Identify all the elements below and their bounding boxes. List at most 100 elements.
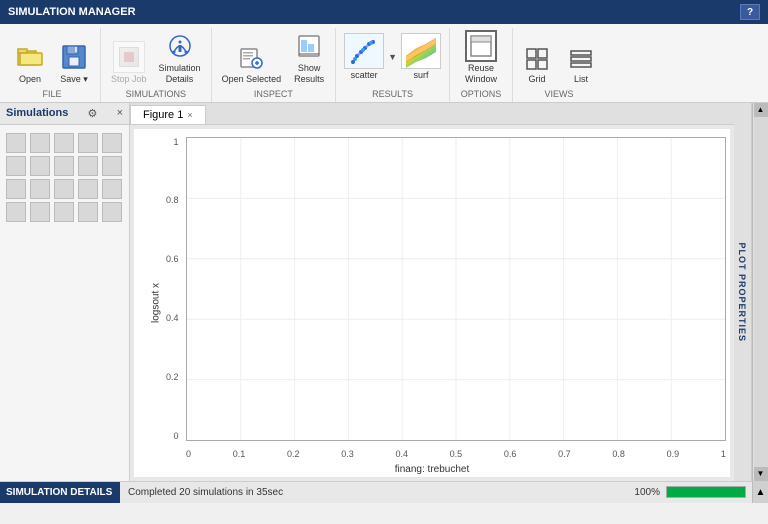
open-selected-button[interactable]: Open Selected	[218, 39, 286, 87]
scatter-button[interactable]: scatter	[342, 31, 386, 83]
plot-properties-label: PLOT PROPERTIES	[738, 242, 748, 342]
list-view-icon	[567, 45, 595, 73]
progress-bar	[666, 486, 746, 498]
ribbon-group-options: Reuse Window OPTIONS	[450, 28, 513, 102]
simulation-details-label: Simulation Details	[159, 63, 201, 85]
status-left-label: SIMULATION DETAILS	[0, 482, 120, 503]
x-tick-6: 0.6	[504, 449, 517, 459]
sim-cell-11[interactable]	[6, 179, 26, 199]
sidebar-close-icon[interactable]: ×	[117, 107, 123, 119]
figure-tab-label: Figure 1	[143, 109, 183, 121]
open-label: Open	[19, 74, 41, 85]
sim-cell-4[interactable]	[78, 133, 98, 153]
sim-cell-12[interactable]	[30, 179, 50, 199]
scroll-up-btn[interactable]: ▲	[754, 103, 768, 117]
status-bar: SIMULATION DETAILS Completed 20 simulati…	[0, 481, 768, 503]
reuse-window-label: Reuse Window	[465, 63, 497, 85]
scroll-down-btn[interactable]: ▼	[754, 467, 768, 481]
ribbon-toolbar: Open Save ▾ FILE	[0, 24, 768, 102]
sim-cell-8[interactable]	[54, 156, 74, 176]
reuse-window-icon	[465, 30, 497, 62]
simulation-details-button[interactable]: Simulation Details	[155, 28, 205, 87]
sim-cell-15[interactable]	[102, 179, 122, 199]
x-tick-0: 0	[186, 449, 191, 459]
stop-job-button[interactable]: Stop Job	[107, 39, 151, 87]
x-tick-1: 0.1	[233, 449, 246, 459]
reuse-window-button[interactable]: Reuse Window	[456, 28, 506, 87]
y-tick-3: 0.6	[166, 254, 179, 264]
sim-cell-10[interactable]	[102, 156, 122, 176]
grid-label: Grid	[529, 74, 546, 85]
sim-cell-17[interactable]	[30, 202, 50, 222]
x-tick-4: 0.4	[395, 449, 408, 459]
save-icon	[58, 41, 90, 73]
plot-properties-panel[interactable]: PLOT PROPERTIES	[734, 103, 752, 481]
list-view-button[interactable]: List	[563, 43, 599, 87]
sim-cell-14[interactable]	[78, 179, 98, 199]
open-icon	[14, 41, 46, 73]
help-button[interactable]: ?	[740, 4, 760, 20]
sim-cell-6[interactable]	[6, 156, 26, 176]
open-selected-label: Open Selected	[222, 74, 282, 85]
y-tick-1: 1	[174, 137, 179, 147]
app-title: SIMULATION MANAGER	[8, 6, 136, 18]
options-group-label: OPTIONS	[456, 87, 506, 102]
sidebar-title: Simulations	[6, 107, 68, 119]
status-scroll-btn[interactable]: ▲	[752, 481, 768, 503]
x-tick-5: 0.5	[450, 449, 463, 459]
scroll-track	[754, 117, 768, 467]
sim-cell-13[interactable]	[54, 179, 74, 199]
ribbon-group-simulations: Stop Job Simulation Details	[101, 28, 212, 102]
scatter-label: scatter	[351, 70, 378, 81]
plot-box	[186, 137, 726, 441]
file-group-label: FILE	[10, 87, 94, 102]
open-button[interactable]: Open	[10, 39, 50, 87]
sim-cell-16[interactable]	[6, 202, 26, 222]
list-label: List	[574, 74, 588, 85]
y-ticks: 1 0.8 0.6 0.4 0.2 0	[166, 137, 179, 441]
sim-cell-7[interactable]	[30, 156, 50, 176]
scatter-icon	[344, 33, 384, 69]
y-tick-6: 0	[174, 431, 179, 441]
y-tick-2: 0.8	[166, 195, 179, 205]
sim-cell-18[interactable]	[54, 202, 74, 222]
simulation-details-icon	[164, 30, 196, 62]
status-percent: 100%	[628, 487, 666, 498]
sim-cell-5[interactable]	[102, 133, 122, 153]
status-message: Completed 20 simulations in 35sec	[120, 487, 628, 498]
sim-cell-3[interactable]	[54, 133, 74, 153]
vertical-scrollbar[interactable]: ▲ ▼	[752, 103, 768, 481]
surf-icon	[401, 33, 441, 69]
surf-button[interactable]: surf	[399, 31, 443, 83]
views-group-label: VIEWS	[519, 87, 599, 102]
figure-tabs: Figure 1 ×	[130, 103, 734, 125]
sidebar: Simulations ⚙ ×	[0, 103, 130, 481]
inspect-group-label: INSPECT	[218, 87, 330, 102]
x-tick-9: 0.9	[667, 449, 680, 459]
save-button[interactable]: Save ▾	[54, 39, 94, 87]
sim-cell-2[interactable]	[30, 133, 50, 153]
title-bar: SIMULATION MANAGER ?	[0, 0, 768, 24]
grid-view-button[interactable]: Grid	[519, 43, 555, 87]
y-tick-5: 0.2	[166, 372, 179, 382]
sidebar-settings-icon[interactable]: ⚙	[88, 107, 98, 120]
show-results-icon	[293, 30, 325, 62]
show-results-button[interactable]: Show Results	[289, 28, 329, 87]
x-axis-label: finang: trebuchet	[395, 464, 470, 475]
sim-cell-9[interactable]	[78, 156, 98, 176]
sim-cell-19[interactable]	[78, 202, 98, 222]
figure-tab-1[interactable]: Figure 1 ×	[130, 105, 206, 124]
figure-tab-close-btn[interactable]: ×	[187, 110, 192, 120]
sim-cell-1[interactable]	[6, 133, 26, 153]
progress-bar-fill	[667, 487, 745, 497]
save-label: Save ▾	[60, 74, 88, 85]
ribbon-group-results: scatter ▼	[336, 28, 450, 102]
main-area: Simulations ⚙ ×	[0, 103, 768, 481]
sidebar-header: Simulations ⚙ ×	[0, 103, 129, 125]
sim-cell-20[interactable]	[102, 202, 122, 222]
surf-label: surf	[414, 70, 429, 81]
results-dropdown-arrow[interactable]: ▼	[388, 52, 397, 62]
figure-area: Figure 1 × logsout x 1 0.8 0.6 0.4 0.2 0	[130, 103, 734, 481]
x-ticks: 0 0.1 0.2 0.3 0.4 0.5 0.6 0.7 0.8 0.9 1	[186, 449, 726, 459]
x-tick-8: 0.8	[612, 449, 625, 459]
